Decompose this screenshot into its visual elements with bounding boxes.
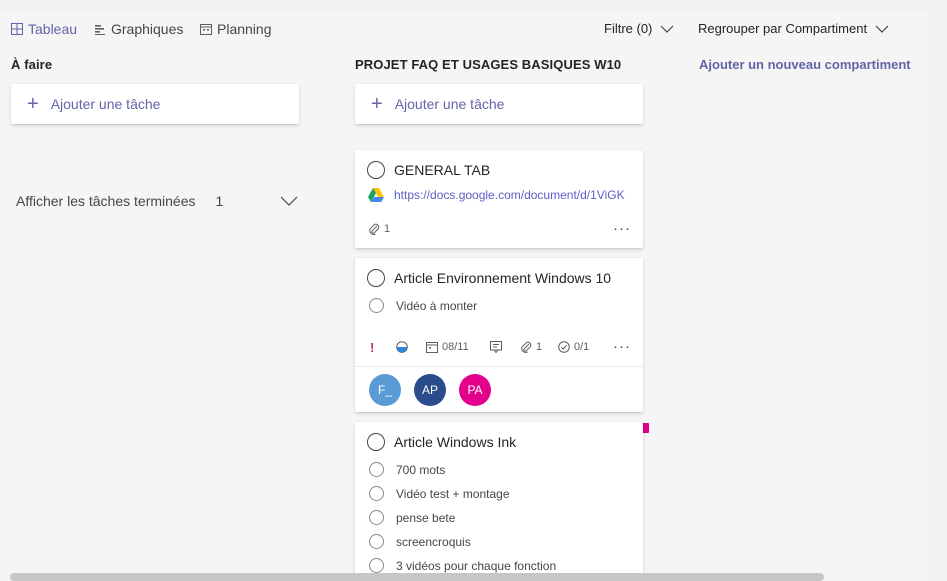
- checklist-item: screencroquis: [369, 534, 471, 549]
- checklist-checkbox[interactable]: [369, 558, 384, 573]
- card-divider: [355, 366, 643, 367]
- add-bucket-link[interactable]: Ajouter un nouveau compartiment: [699, 57, 911, 72]
- plus-icon: +: [371, 93, 383, 115]
- show-completed-label: Afficher les tâches terminées: [16, 193, 196, 209]
- progress-half-icon: [396, 341, 408, 353]
- attachment-count-value: 1: [536, 341, 543, 353]
- due-date: 08/11: [426, 341, 469, 353]
- check-circle-icon: [558, 341, 570, 353]
- paperclip-icon: [369, 223, 380, 235]
- filter-dropdown[interactable]: Filtre (0): [604, 21, 674, 36]
- bucket-title-a-faire[interactable]: À faire: [11, 57, 52, 72]
- tab-label: Planning: [217, 21, 272, 37]
- attachment-link[interactable]: https://docs.google.com/document/d/1ViGK: [368, 188, 625, 202]
- task-title: Article Environnement Windows 10: [394, 270, 612, 286]
- checklist-item: 3 vidéos pour chaque fonction: [369, 558, 556, 573]
- task-title: GENERAL TAB: [394, 162, 491, 178]
- chevron-down-icon: [875, 25, 889, 33]
- filter-label: Filtre (0): [604, 21, 653, 36]
- complete-task-checkbox[interactable]: [367, 161, 385, 179]
- tab-graphiques[interactable]: Graphiques: [94, 21, 183, 37]
- chevron-down-icon: [280, 196, 298, 206]
- more-options-icon[interactable]: ···: [613, 338, 631, 355]
- add-task-button[interactable]: + Ajouter une tâche: [355, 84, 643, 124]
- checklist-checkbox[interactable]: [369, 510, 384, 525]
- tab-planning[interactable]: Planning: [200, 21, 272, 37]
- checklist-checkbox[interactable]: [369, 462, 384, 477]
- checklist-item: Vidéo à monter: [369, 298, 477, 313]
- group-by-dropdown[interactable]: Regrouper par Compartiment: [698, 21, 889, 36]
- checklist-checkbox[interactable]: [369, 486, 384, 501]
- checklist-item: pense bete: [369, 510, 455, 525]
- task-card-general-tab[interactable]: GENERAL TAB https://docs.google.com/docu…: [355, 150, 643, 248]
- tab-tableau[interactable]: Tableau: [11, 21, 77, 37]
- charts-icon: [95, 25, 105, 35]
- task-title-row: GENERAL TAB: [367, 161, 490, 179]
- task-title-row: Article Environnement Windows 10: [367, 269, 611, 287]
- attachment-link-text: https://docs.google.com/document/d/1ViGK: [394, 188, 625, 202]
- group-by-label: Regrouper par Compartiment: [698, 21, 868, 36]
- avatar[interactable]: PA: [459, 374, 491, 406]
- checklist-item-text: pense bete: [396, 510, 456, 525]
- bucket-title-projet-faq[interactable]: PROJET FAQ ET USAGES BASIQUES W10: [355, 57, 621, 72]
- task-title: Article Windows Ink: [394, 434, 517, 450]
- add-task-label: Ajouter une tâche: [394, 96, 505, 112]
- description-icon: [490, 341, 502, 353]
- checklist-checkbox[interactable]: [369, 298, 384, 313]
- tab-label: Graphiques: [111, 21, 184, 37]
- drop-indicator: [642, 423, 649, 433]
- attachment-count: 1: [520, 341, 542, 353]
- calendar-icon: [200, 24, 212, 35]
- description-icon: [490, 341, 502, 353]
- complete-task-checkbox[interactable]: [367, 433, 385, 451]
- checklist-item-text: Vidéo à monter: [396, 298, 478, 313]
- task-card-article-windows-ink[interactable]: Article Windows Ink 700 mots Vidéo test …: [355, 422, 643, 581]
- view-toolbar: Tableau Graphiques Planning Filtre (0) R…: [0, 13, 927, 43]
- google-drive-icon: [368, 188, 384, 202]
- task-card-article-environnement[interactable]: Article Environnement Windows 10 Vidéo à…: [355, 258, 643, 412]
- calendar-icon: [426, 342, 438, 353]
- chevron-down-icon: [660, 25, 674, 33]
- checklist-item: 700 mots: [369, 462, 445, 477]
- checklist-item-text: 700 mots: [396, 462, 446, 477]
- complete-task-checkbox[interactable]: [367, 269, 385, 287]
- plus-icon: +: [27, 93, 39, 115]
- board-grid-icon: [11, 23, 23, 35]
- avatar[interactable]: AP: [414, 374, 446, 406]
- more-options-icon[interactable]: ···: [613, 220, 631, 237]
- add-task-label: Ajouter une tâche: [50, 96, 161, 112]
- checklist-count: 0/1: [558, 341, 589, 353]
- due-date-value: 08/11: [442, 341, 469, 353]
- attachment-count: 1: [368, 223, 390, 235]
- attachment-count-value: 1: [384, 223, 391, 235]
- task-title-row: Article Windows Ink: [367, 433, 516, 451]
- checklist-item: Vidéo test + montage: [369, 486, 510, 501]
- horizontal-scrollbar[interactable]: [10, 573, 824, 581]
- paperclip-icon: [521, 341, 532, 353]
- checklist-count-value: 0/1: [574, 341, 590, 353]
- tab-label: Tableau: [28, 21, 78, 37]
- add-task-button[interactable]: + Ajouter une tâche: [11, 84, 299, 124]
- checklist-checkbox[interactable]: [369, 534, 384, 549]
- show-completed-toggle[interactable]: Afficher les tâches terminées 1: [16, 193, 300, 209]
- avatar[interactable]: F_: [369, 374, 401, 406]
- checklist-item-text: Vidéo test + montage: [396, 486, 510, 501]
- progress-circle-icon: [396, 341, 408, 353]
- planner-board: Tableau Graphiques Planning Filtre (0) R…: [0, 13, 927, 581]
- checklist-item-text: 3 vidéos pour chaque fonction: [396, 558, 557, 573]
- priority-icon: !: [370, 340, 375, 355]
- checklist-item-text: screencroquis: [396, 534, 471, 549]
- completed-count: 1: [215, 193, 224, 209]
